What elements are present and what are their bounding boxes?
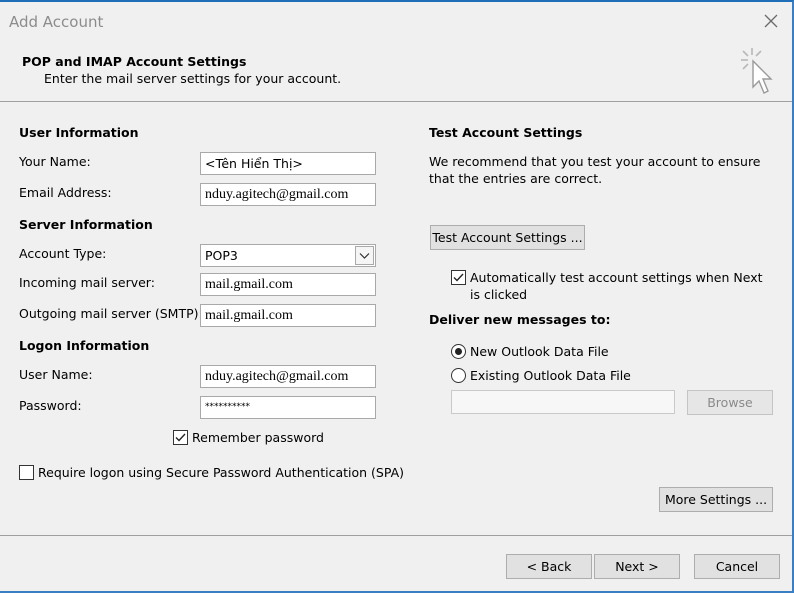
email-address-label: Email Address: [19, 185, 112, 200]
email-address-input[interactable]: nduy.agitech@gmail.com [200, 183, 376, 206]
checkmark-icon [453, 273, 464, 282]
footer-divider [0, 535, 792, 536]
user-info-title: User Information [19, 125, 139, 140]
existing-data-file-label: Existing Outlook Data File [470, 368, 631, 383]
user-name-label: User Name: [19, 367, 93, 382]
password-input[interactable]: ********** [200, 396, 376, 419]
new-data-file-label: New Outlook Data File [470, 344, 609, 359]
deliver-title: Deliver new messages to: [429, 312, 611, 327]
your-name-input[interactable]: <Tên Hiển Thị> [200, 152, 376, 175]
incoming-server-label: Incoming mail server: [19, 275, 155, 290]
account-type-select[interactable]: POP3 [200, 244, 376, 267]
auto-test-label: Automatically test account settings when… [470, 270, 763, 302]
data-file-path-input[interactable] [451, 390, 675, 414]
user-name-input[interactable]: nduy.agitech@gmail.com [200, 365, 376, 388]
header-subtitle: Enter the mail server settings for your … [44, 71, 342, 86]
existing-data-file-radio[interactable] [451, 368, 466, 383]
your-name-label: Your Name: [19, 154, 91, 169]
spa-checkbox[interactable] [19, 465, 34, 480]
account-type-value: POP3 [205, 248, 238, 263]
outgoing-server-label: Outgoing mail server (SMTP): [19, 306, 203, 321]
server-info-title: Server Information [19, 217, 153, 232]
next-button[interactable]: Next > [594, 554, 680, 579]
add-account-dialog: Add Account POP and IMAP Account Setting… [0, 0, 794, 593]
header-title: POP and IMAP Account Settings [22, 54, 247, 69]
auto-test-checkbox[interactable] [451, 270, 466, 285]
checkmark-icon [175, 433, 186, 442]
dropdown-button[interactable] [355, 246, 374, 265]
account-type-label: Account Type: [19, 246, 107, 261]
logon-info-title: Logon Information [19, 338, 150, 353]
more-settings-button[interactable]: More Settings ... [659, 487, 773, 512]
new-data-file-radio[interactable] [451, 344, 466, 359]
test-account-settings-button[interactable]: Test Account Settings ... [430, 225, 585, 250]
browse-button[interactable]: Browse [687, 390, 773, 415]
password-label: Password: [19, 398, 82, 413]
test-settings-description: We recommend that you test your account … [429, 154, 761, 186]
close-icon [764, 14, 778, 28]
header-divider [0, 101, 792, 102]
dialog-header: POP and IMAP Account Settings Enter the … [0, 44, 792, 101]
wizard-cursor-icon [741, 48, 773, 94]
test-settings-title: Test Account Settings [429, 125, 583, 140]
radio-selected-dot [455, 348, 462, 355]
incoming-server-input[interactable]: mail.gmail.com [200, 273, 376, 296]
outgoing-server-input[interactable]: mail.gmail.com [200, 304, 376, 327]
remember-password-label: Remember password [192, 430, 324, 445]
close-button[interactable] [762, 12, 780, 30]
title-bar: Add Account [0, 2, 792, 44]
window-title: Add Account [9, 13, 104, 31]
spa-label: Require logon using Secure Password Auth… [38, 465, 405, 480]
cancel-button[interactable]: Cancel [694, 554, 780, 579]
back-button[interactable]: < Back [506, 554, 592, 579]
chevron-down-icon [359, 253, 370, 259]
remember-password-checkbox[interactable] [173, 430, 188, 445]
